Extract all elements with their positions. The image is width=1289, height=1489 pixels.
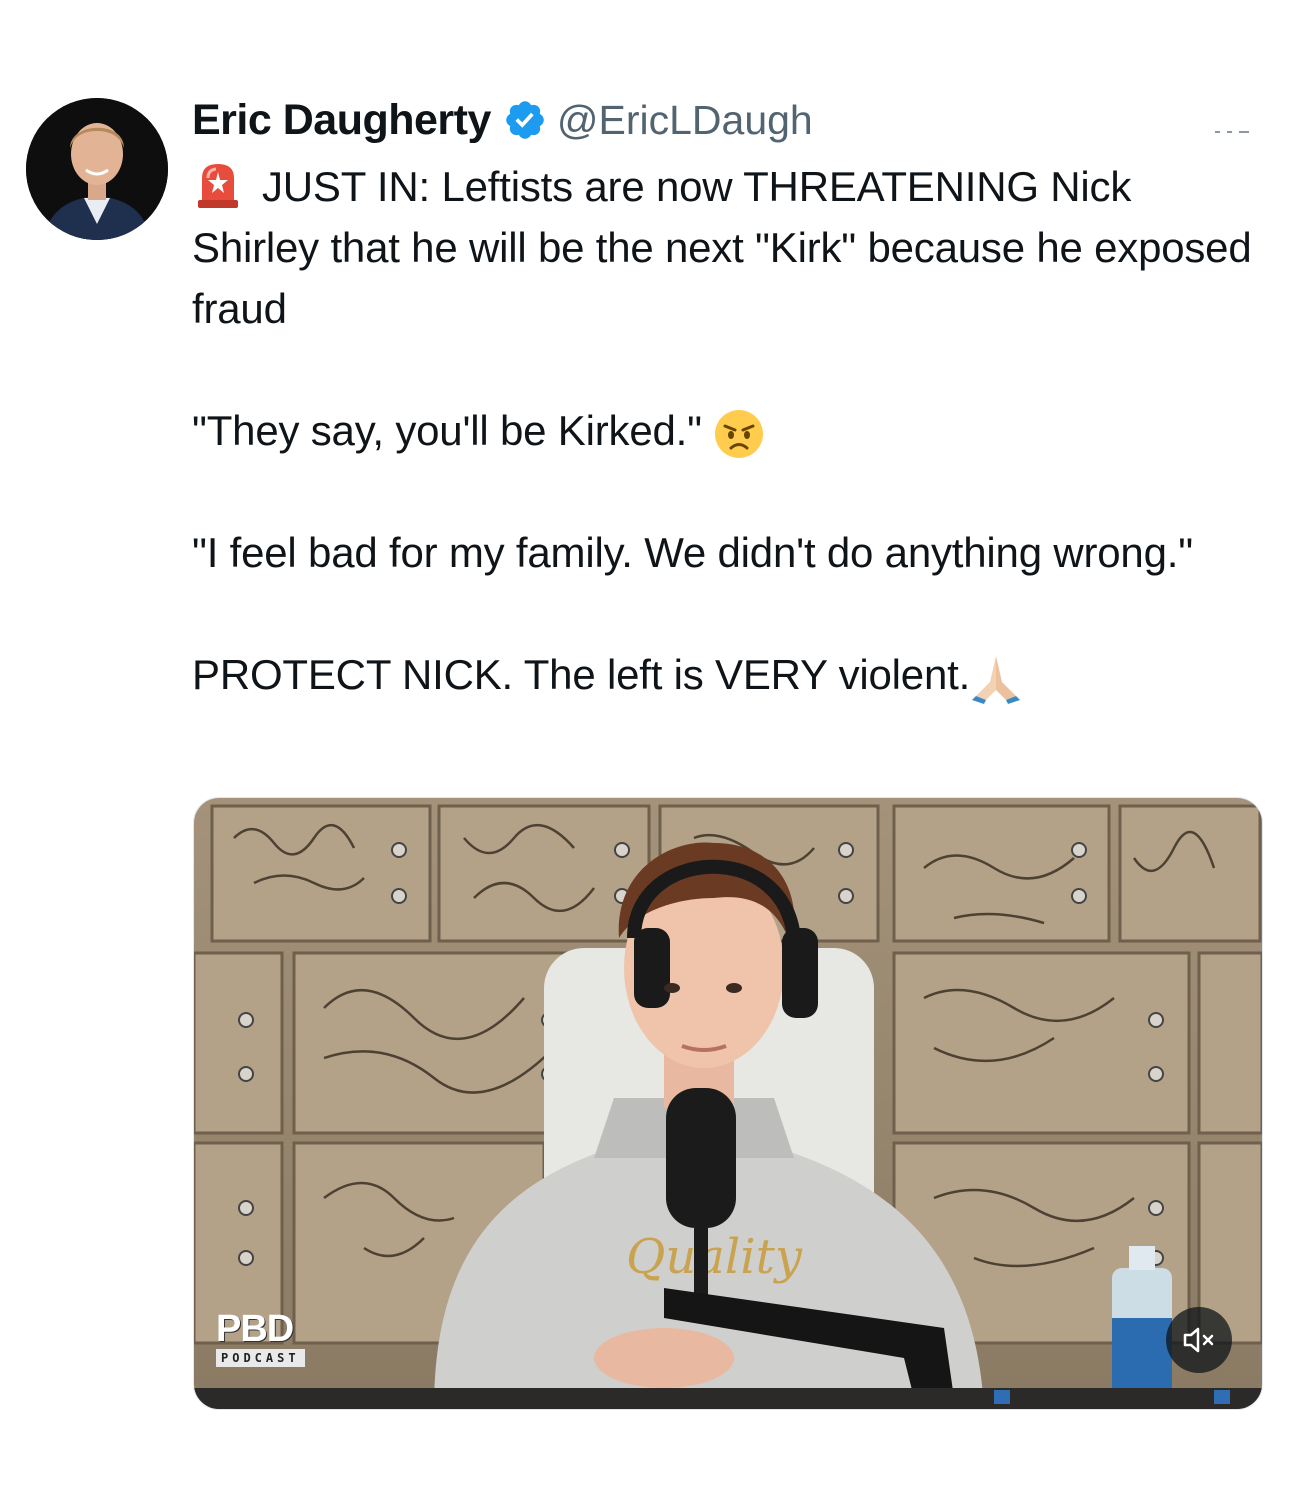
tweet-paragraph-3: "I feel bad for my family. We didn't do … — [192, 522, 1262, 583]
tweet-quote-1: "They say, you'll be Kirked." — [192, 407, 702, 454]
tweet-video[interactable]: Quality PBD PODCAST — [193, 797, 1263, 1410]
tweet-headline: JUST IN: Leftists are now THREATENING Ni… — [192, 163, 1252, 332]
mute-toggle-button[interactable] — [1166, 1307, 1232, 1373]
video-frame: Quality — [194, 798, 1262, 1409]
tweet-paragraph-2: "They say, you'll be Kirked." — [192, 400, 1262, 461]
display-name[interactable]: Eric Daugherty — [192, 96, 491, 145]
folded-hands-icon — [972, 655, 1021, 704]
tweet-body: JUST IN: Leftists are now THREATENING Ni… — [192, 156, 1262, 705]
author-avatar[interactable] — [26, 98, 168, 240]
tweet-paragraph-1: JUST IN: Leftists are now THREATENING Ni… — [192, 156, 1262, 339]
tweet-header: Eric Daugherty @EricLDaugh — [192, 92, 813, 148]
pbd-podcast-logo: PBD PODCAST — [216, 1308, 305, 1367]
more-options-icon[interactable] — [1215, 128, 1249, 136]
handle[interactable]: @EricLDaugh — [557, 97, 813, 144]
pbd-logo-subtitle: PODCAST — [216, 1349, 305, 1367]
svg-text:Quality: Quality — [626, 1229, 803, 1285]
verified-badge-icon[interactable] — [503, 98, 547, 142]
tweet-quote-2: "I feel bad for my family. We didn't do … — [192, 529, 1193, 576]
siren-icon — [198, 163, 238, 208]
angry-face-icon — [715, 409, 764, 458]
tweet-paragraph-4: PROTECT NICK. The left is VERY violent. — [192, 644, 1262, 705]
speaker-muted-icon — [1183, 1327, 1214, 1353]
tweet-closing: PROTECT NICK. The left is VERY violent. — [192, 651, 971, 698]
pbd-logo-title: PBD — [216, 1308, 294, 1350]
